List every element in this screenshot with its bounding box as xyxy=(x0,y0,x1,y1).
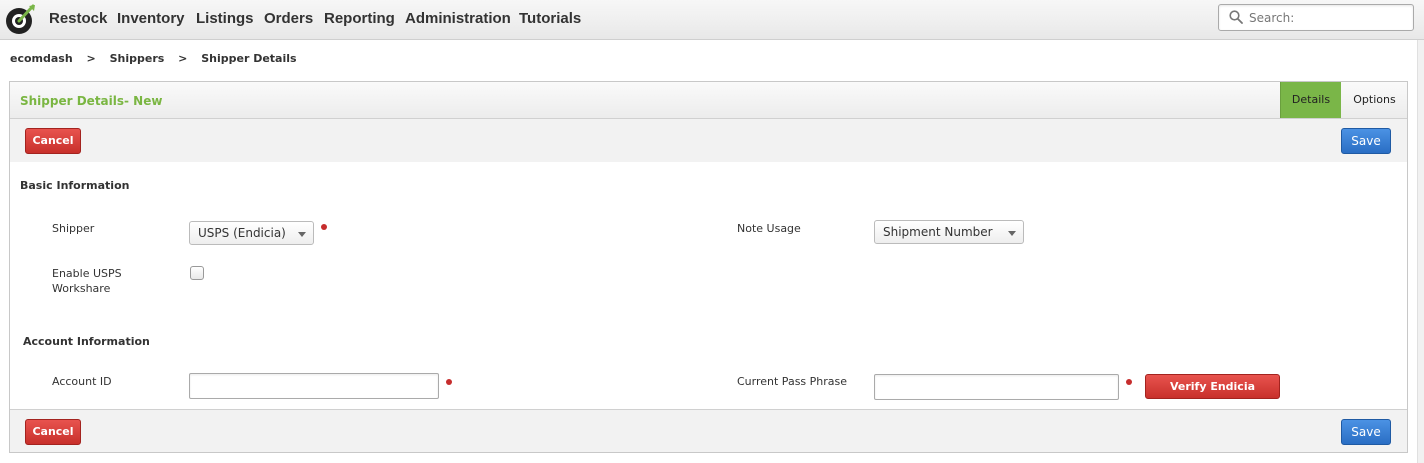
breadcrumb-separator: > xyxy=(178,52,188,65)
save-button[interactable]: Save xyxy=(1341,419,1391,445)
required-indicator xyxy=(321,224,327,230)
nav-restock[interactable]: Restock xyxy=(49,10,107,27)
breadcrumb-item-shipper-details: Shipper Details xyxy=(201,52,297,65)
enable-usps-workshare-label: Enable USPS Workshare xyxy=(52,267,122,295)
panel-header: Shipper Details- New Details Options xyxy=(10,82,1407,119)
nav-orders[interactable]: Orders xyxy=(264,10,313,27)
scrollbar[interactable] xyxy=(1417,40,1424,463)
shipper-select[interactable]: USPS (Endicia) xyxy=(189,221,314,245)
search-icon xyxy=(1229,10,1243,24)
breadcrumb: ecomdash > Shippers > Shipper Details xyxy=(10,52,307,65)
shipper-details-panel: Shipper Details- New Details Options Can… xyxy=(9,81,1408,453)
tab-details[interactable]: Details xyxy=(1280,82,1341,118)
current-pass-phrase-label: Current Pass Phrase xyxy=(737,375,848,388)
nav-tutorials[interactable]: Tutorials xyxy=(519,10,581,27)
required-indicator xyxy=(446,379,452,385)
chevron-down-icon xyxy=(1008,231,1016,236)
enable-usps-workshare-checkbox[interactable] xyxy=(190,266,204,280)
chevron-down-icon xyxy=(298,232,306,237)
basic-information-heading: Basic Information xyxy=(20,179,130,192)
ecomdash-logo-icon[interactable] xyxy=(4,3,37,36)
top-nav: Restock Inventory Listings Orders Report… xyxy=(0,0,1424,40)
account-information-heading: Account Information xyxy=(23,335,150,348)
note-usage-select-value: Shipment Number xyxy=(883,225,993,239)
search-box[interactable] xyxy=(1218,4,1414,31)
verify-endicia-account-button[interactable]: Verify Endicia Account xyxy=(1145,374,1280,416)
save-button[interactable]: Save xyxy=(1341,128,1391,154)
note-usage-select[interactable]: Shipment Number xyxy=(874,220,1024,244)
breadcrumb-item-shippers[interactable]: Shippers xyxy=(110,52,165,65)
account-id-input[interactable] xyxy=(189,373,439,399)
tab-options[interactable]: Options xyxy=(1342,82,1407,118)
search-input[interactable] xyxy=(1249,9,1409,27)
shipper-label: Shipper xyxy=(52,222,95,235)
breadcrumb-separator: > xyxy=(86,52,96,65)
current-pass-phrase-input[interactable] xyxy=(874,374,1119,400)
cancel-button[interactable]: Cancel xyxy=(25,419,81,445)
nav-administration[interactable]: Administration xyxy=(405,10,511,27)
note-usage-label: Note Usage xyxy=(737,222,801,235)
shipper-select-value: USPS (Endicia) xyxy=(198,226,286,240)
bottom-action-bar: Cancel Save xyxy=(10,409,1407,452)
breadcrumb-item-ecomdash[interactable]: ecomdash xyxy=(10,52,73,65)
nav-listings[interactable]: Listings xyxy=(196,10,254,27)
top-action-bar: Cancel Save xyxy=(10,119,1407,162)
panel-title: Shipper Details- New xyxy=(20,94,163,108)
cancel-button[interactable]: Cancel xyxy=(25,128,81,154)
required-indicator xyxy=(1126,379,1132,385)
nav-reporting[interactable]: Reporting xyxy=(324,10,395,27)
nav-inventory[interactable]: Inventory xyxy=(117,10,185,27)
account-id-label: Account ID xyxy=(52,375,112,388)
